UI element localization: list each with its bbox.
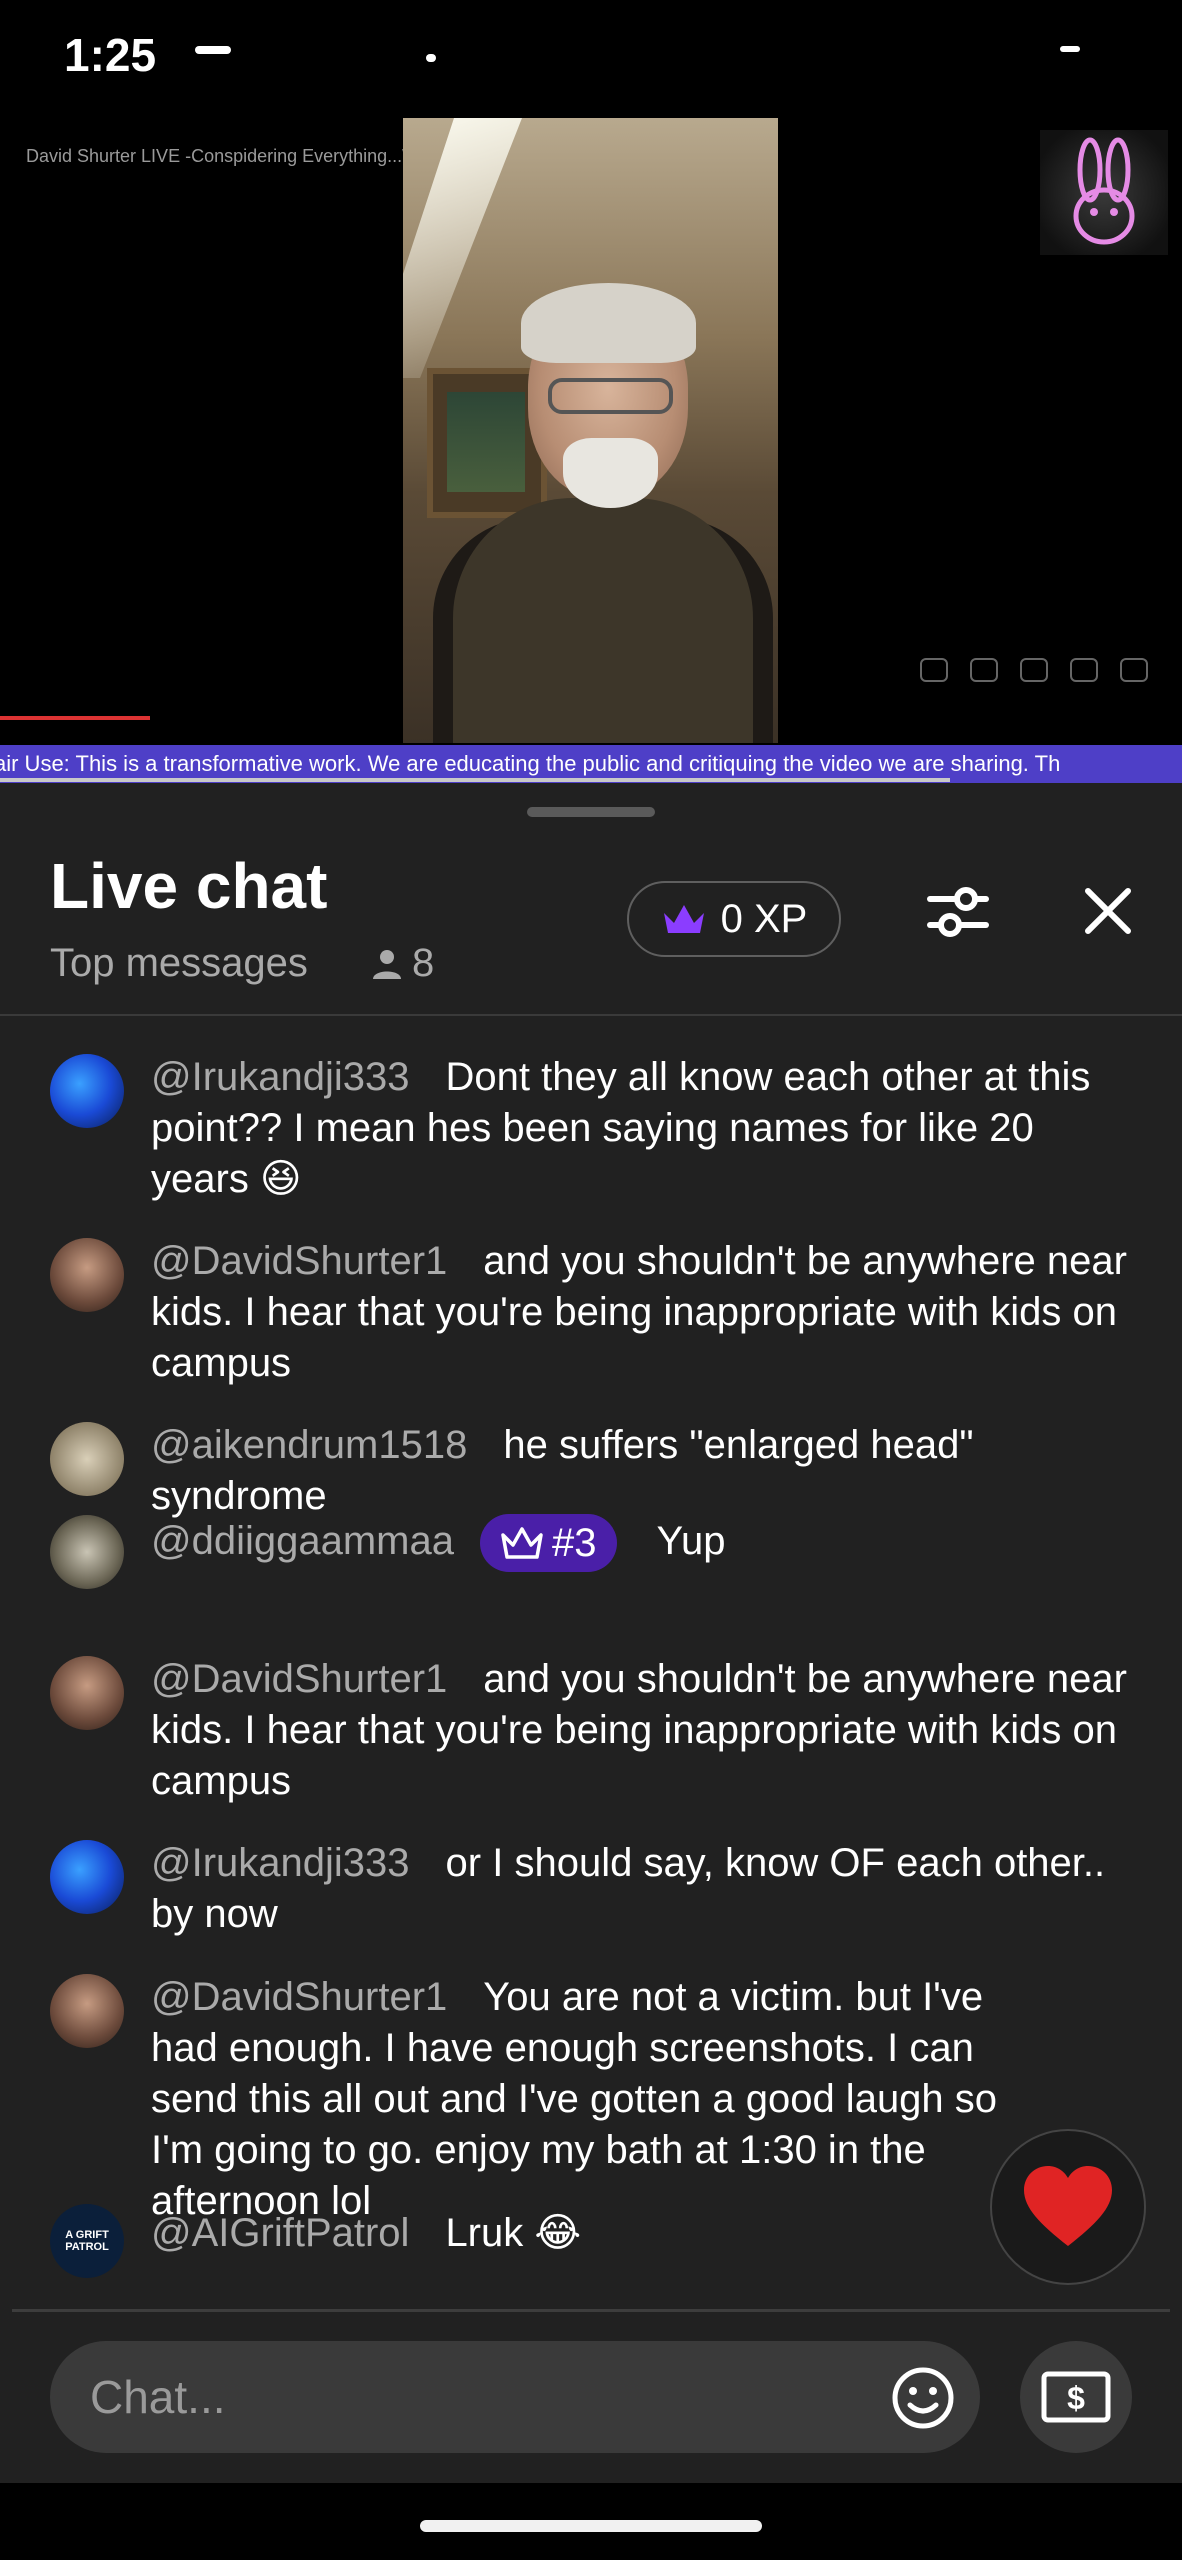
filter-button[interactable] (918, 871, 998, 951)
message-author[interactable]: @DavidShurter1 (151, 1239, 447, 1283)
message-text-block: @ddiiggaammaa #3 Yup (151, 1509, 1141, 1573)
chat-input[interactable] (88, 2341, 868, 2453)
avatar[interactable] (50, 1840, 124, 1914)
message-list[interactable]: @Irukandji333 Dont they all know each oth… (0, 1016, 1182, 2278)
message-body: Lruk 😂 (445, 2211, 582, 2255)
avatar[interactable] (50, 1054, 124, 1128)
dislike-icon (970, 658, 998, 682)
avatar[interactable]: A GRIFT PATROL (50, 2204, 124, 2278)
emoji-button[interactable] (888, 2363, 958, 2433)
person-icon (373, 949, 401, 979)
message-author[interactable]: @Irukandji333 (151, 1841, 410, 1885)
chat-title: Live chat (50, 850, 328, 922)
home-indicator[interactable] (420, 2520, 762, 2532)
message-author[interactable]: @Irukandji333 (151, 1055, 410, 1099)
share-icon (1120, 658, 1148, 682)
message-author[interactable]: @aikendrum1518 (151, 1423, 467, 1467)
rank-badge-label: #3 (552, 1521, 597, 1566)
chat-mode-selector[interactable]: Top messages (50, 941, 308, 986)
video-frame (403, 118, 778, 743)
superchat-button[interactable]: $ (1020, 2341, 1132, 2453)
avatar[interactable] (50, 1656, 124, 1730)
heart-reaction-button[interactable] (990, 2129, 1146, 2285)
viewer-count: 8 (370, 941, 434, 986)
ticker-text: air Use: This is a transformative work. … (0, 751, 1061, 776)
message-author[interactable]: @DavidShurter1 (151, 1657, 447, 1701)
drag-handle[interactable] (527, 807, 655, 817)
viewer-count-value: 8 (412, 941, 435, 985)
message-author[interactable]: @DavidShurter1 (151, 1975, 447, 2019)
video-action-icons (920, 658, 1148, 682)
person-body (453, 498, 753, 743)
message-author[interactable]: @AIGriftPatrol (151, 2211, 409, 2255)
heart-icon (1024, 2166, 1112, 2246)
avatar[interactable] (50, 1515, 124, 1589)
status-bar: 1:25 (0, 0, 1182, 118)
status-indicator (195, 46, 231, 54)
video-player[interactable]: David Shurter LIVE -Conspidering Everyth… (0, 118, 1182, 783)
avatar[interactable] (50, 1422, 124, 1496)
live-chat-panel: Live chat Top messages 8 0 XP @Irukandji… (0, 783, 1182, 2560)
message-body: Yup (656, 1519, 726, 1563)
message-text-block: @DavidShurter1 and you shouldn't be anywh… (151, 1236, 1141, 1389)
bunny-icon (1073, 137, 1135, 245)
message-text-block: @DavidShurter1 You are not a victim. but … (151, 1972, 1031, 2227)
message-text-block: @DavidShurter1 and you shouldn't be anywh… (151, 1654, 1141, 1807)
message-text-block: @Irukandji333 or I should say, know OF ea… (151, 1838, 1141, 1940)
comment-icon (1020, 658, 1048, 682)
progress-bar-played (0, 716, 150, 720)
close-button[interactable] (1068, 871, 1148, 951)
person-beard (563, 438, 658, 508)
status-time: 1:25 (64, 29, 157, 81)
xp-button[interactable]: 0 XP (627, 881, 841, 957)
chat-input-container (50, 2341, 980, 2453)
bunny-logo (1040, 130, 1168, 255)
crown-icon (663, 905, 704, 933)
glasses (548, 378, 673, 414)
message-text-block: @Irukandji333 Dont they all know each oth… (151, 1052, 1141, 1205)
input-divider (12, 2309, 1170, 2312)
message-text-block: @aikendrum1518 he suffers "enlarged head"… (151, 1420, 1141, 1522)
avatar-text: A GRIFT PATROL (65, 2229, 109, 2253)
rank-badge: #3 (480, 1514, 617, 1573)
status-indicator (1060, 46, 1080, 52)
crown-icon (501, 1527, 543, 1560)
tune-sliders-icon (927, 887, 989, 937)
avatar[interactable] (50, 1974, 124, 2048)
like-icon (920, 658, 948, 682)
person-hair (521, 283, 696, 363)
close-icon (1085, 888, 1131, 934)
message-author[interactable]: @ddiiggaammaa (151, 1519, 454, 1563)
superchat-dollar-icon: $ (1041, 2371, 1111, 2423)
emoji-smile-icon (892, 2367, 954, 2429)
xp-value: 0 XP (720, 896, 808, 941)
progress-bar[interactable] (0, 778, 950, 782)
avatar[interactable] (50, 1238, 124, 1312)
chat-icon (1070, 658, 1098, 682)
status-indicator (426, 54, 436, 62)
svg-text:$: $ (1067, 2380, 1085, 2416)
